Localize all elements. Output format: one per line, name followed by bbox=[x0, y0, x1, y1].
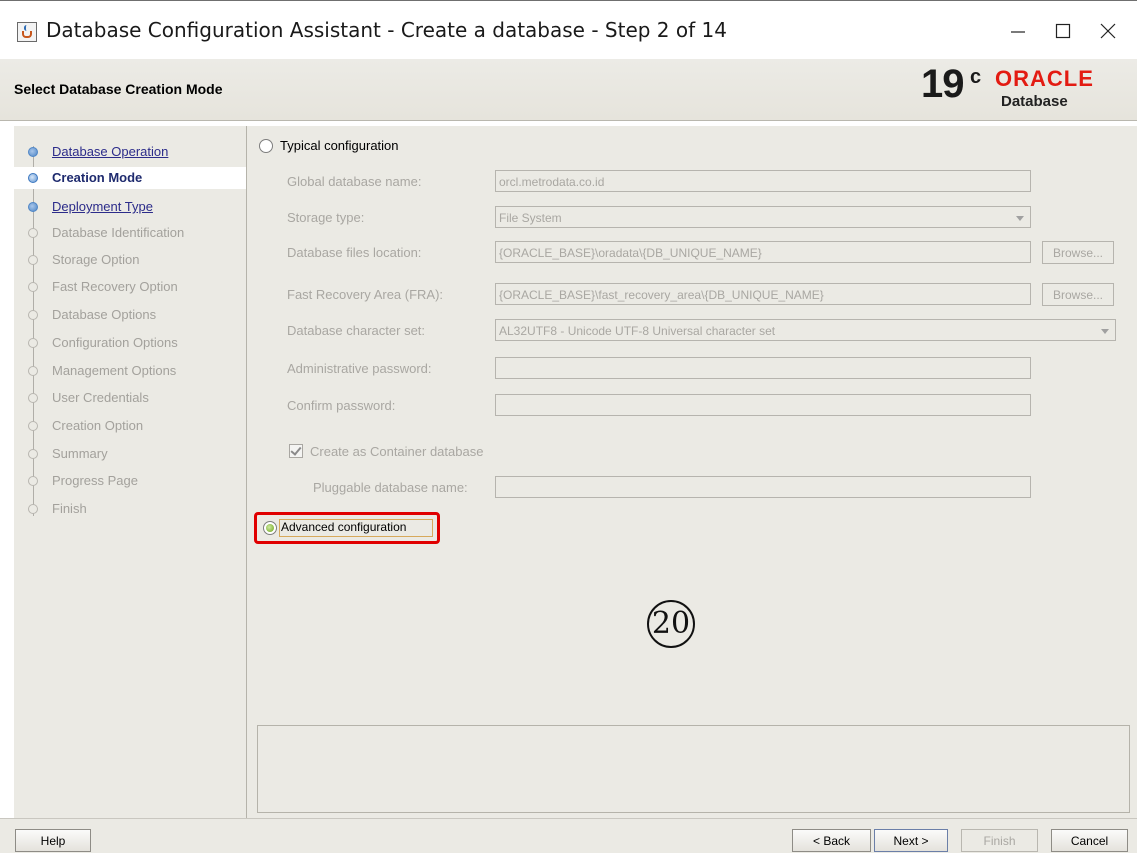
nav-item-label: Summary bbox=[52, 446, 108, 461]
close-icon bbox=[1100, 23, 1116, 39]
charset-label: Database character set: bbox=[287, 323, 426, 338]
storage-type-value: File System bbox=[499, 211, 562, 225]
db-files-location-field[interactable]: {ORACLE_BASE}\oradata\{DB_UNIQUE_NAME} bbox=[495, 241, 1031, 263]
confirm-password-field[interactable] bbox=[495, 394, 1031, 416]
step-pending-icon bbox=[28, 393, 38, 403]
pdb-name-field[interactable] bbox=[495, 476, 1031, 498]
nav-item-database-identification: Database Identification bbox=[14, 222, 246, 244]
db-files-location-label: Database files location: bbox=[287, 245, 422, 260]
window-title: Database Configuration Assistant - Creat… bbox=[46, 18, 727, 42]
back-button[interactable]: < Back bbox=[792, 829, 871, 852]
nav-item-label: Creation Mode bbox=[52, 170, 143, 185]
window-title-bar: Database Configuration Assistant - Creat… bbox=[0, 0, 1137, 59]
close-button[interactable] bbox=[1085, 14, 1131, 50]
step-pending-icon bbox=[28, 476, 38, 486]
storage-type-label: Storage type: bbox=[287, 210, 365, 225]
nav-item-label: User Credentials bbox=[52, 390, 149, 405]
fra-label: Fast Recovery Area (FRA): bbox=[287, 287, 444, 302]
oracle-logo: ORACLE bbox=[995, 66, 1094, 91]
step-pending-icon bbox=[28, 366, 38, 376]
step-pending-icon bbox=[28, 310, 38, 320]
nav-item-summary: Summary bbox=[14, 443, 246, 465]
minimize-button[interactable] bbox=[995, 14, 1041, 50]
pdb-name-label: Pluggable database name: bbox=[313, 480, 468, 495]
nav-item-fast-recovery-option: Fast Recovery Option bbox=[14, 276, 246, 298]
nav-item-deployment-type[interactable]: Deployment Type bbox=[14, 196, 246, 218]
nav-item-creation-mode[interactable]: Creation Mode bbox=[14, 167, 246, 189]
nav-item-configuration-options: Configuration Options bbox=[14, 332, 246, 354]
nav-item-label: Storage Option bbox=[52, 252, 140, 267]
maximize-button[interactable] bbox=[1040, 14, 1086, 50]
step-pending-icon bbox=[28, 338, 38, 348]
charset-value: AL32UTF8 - Unicode UTF-8 Universal chara… bbox=[499, 324, 776, 338]
step-pending-icon bbox=[28, 282, 38, 292]
typical-configuration-radio[interactable] bbox=[259, 139, 273, 153]
step-pending-icon bbox=[28, 255, 38, 265]
nav-item-label: Database Options bbox=[52, 307, 157, 322]
admin-password-label: Administrative password: bbox=[287, 361, 432, 376]
step-pending-icon bbox=[28, 504, 38, 514]
logo-version: 19 bbox=[921, 62, 964, 106]
global-db-name-label: Global database name: bbox=[287, 174, 422, 189]
nav-item-database-options: Database Options bbox=[14, 304, 246, 326]
message-pane bbox=[257, 725, 1130, 813]
finish-button[interactable]: Finish bbox=[961, 829, 1038, 852]
fra-field[interactable]: {ORACLE_BASE}\fast_recovery_area\{DB_UNI… bbox=[495, 283, 1031, 305]
browse-db-files-button[interactable]: Browse... bbox=[1042, 241, 1114, 264]
admin-password-field[interactable] bbox=[495, 357, 1031, 379]
page-title: Select Database Creation Mode bbox=[14, 81, 223, 97]
nav-item-label: Fast Recovery Option bbox=[52, 279, 178, 294]
next-button[interactable]: Next > bbox=[874, 829, 948, 852]
nav-item-label: Database Identification bbox=[52, 225, 185, 240]
minimize-icon bbox=[1011, 31, 1025, 33]
nav-item-label: Deployment Type bbox=[52, 199, 153, 214]
nav-item-label: Progress Page bbox=[52, 473, 138, 488]
nav-item-database-operation[interactable]: Database Operation bbox=[14, 141, 246, 163]
nav-item-label: Database Operation bbox=[52, 144, 169, 159]
cancel-button[interactable]: Cancel bbox=[1051, 829, 1128, 852]
step-pending-icon bbox=[28, 421, 38, 431]
container-db-checkbox[interactable] bbox=[289, 444, 303, 458]
step-done-icon bbox=[28, 202, 38, 212]
typical-configuration-label[interactable]: Typical configuration bbox=[280, 138, 399, 153]
nav-item-label: Finish bbox=[52, 501, 87, 516]
step-header: Select Database Creation Mode bbox=[0, 59, 1137, 121]
nav-item-user-credentials: User Credentials bbox=[14, 387, 246, 409]
dropdown-arrow-icon bbox=[1016, 216, 1024, 221]
help-button[interactable]: Help bbox=[15, 829, 91, 852]
nav-item-finish: Finish bbox=[14, 498, 246, 520]
advanced-configuration-label[interactable]: Advanced configuration bbox=[281, 520, 406, 534]
nav-item-label: Creation Option bbox=[52, 418, 144, 433]
nav-item-creation-option: Creation Option bbox=[14, 415, 246, 437]
step-number-annotation: 20 bbox=[647, 600, 695, 648]
nav-item-label: Configuration Options bbox=[52, 335, 178, 350]
java-app-icon bbox=[17, 22, 37, 42]
logo-product: Database bbox=[1001, 93, 1068, 110]
nav-item-label: Management Options bbox=[52, 363, 177, 378]
container-db-label[interactable]: Create as Container database bbox=[310, 444, 483, 459]
logo-superscript: c bbox=[970, 66, 982, 88]
nav-item-progress-page: Progress Page bbox=[14, 470, 246, 492]
step-pending-icon bbox=[28, 228, 38, 238]
step-current-icon bbox=[28, 173, 38, 183]
storage-type-dropdown[interactable]: File System bbox=[495, 206, 1031, 228]
main-content-panel bbox=[247, 126, 1137, 818]
step-done-icon bbox=[28, 147, 38, 157]
advanced-configuration-radio[interactable] bbox=[263, 521, 277, 535]
dropdown-arrow-icon bbox=[1101, 329, 1109, 334]
browse-fra-button[interactable]: Browse... bbox=[1042, 283, 1114, 306]
confirm-password-label: Confirm password: bbox=[287, 398, 396, 413]
nav-item-storage-option: Storage Option bbox=[14, 249, 246, 271]
global-db-name-field[interactable]: orcl.metrodata.co.id bbox=[495, 170, 1031, 192]
step-pending-icon bbox=[28, 449, 38, 459]
nav-item-management-options: Management Options bbox=[14, 360, 246, 382]
maximize-icon bbox=[1055, 23, 1071, 39]
charset-dropdown[interactable]: AL32UTF8 - Unicode UTF-8 Universal chara… bbox=[495, 319, 1116, 341]
